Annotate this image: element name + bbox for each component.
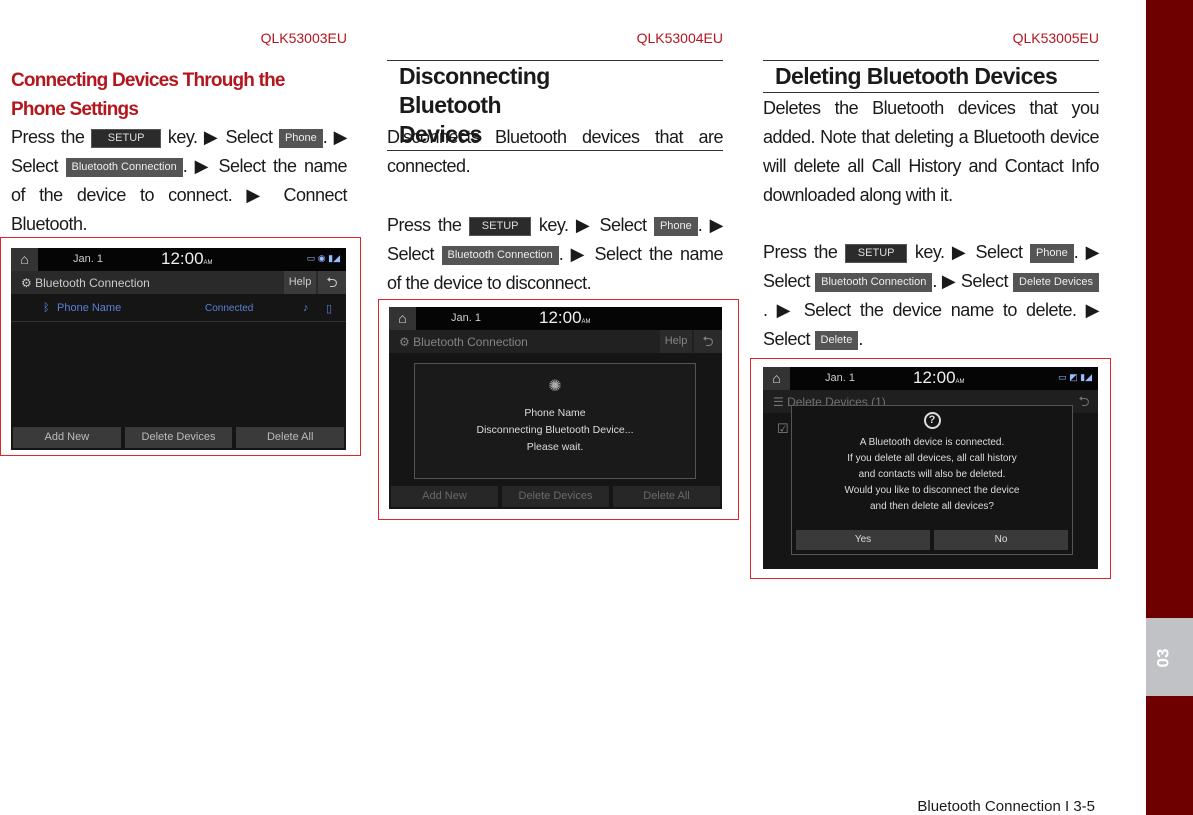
add-new-button[interactable]: Add New bbox=[13, 427, 121, 448]
title-bar: ⚙ Bluetooth Connection Help ⮌ bbox=[11, 271, 346, 294]
popup-line: A Bluetooth device is connected. bbox=[859, 437, 1005, 448]
popup-line: Phone Name bbox=[524, 407, 586, 419]
instructions: Press the SETUP key. ▶ Select Phone . ▶ S… bbox=[763, 238, 1100, 354]
instructions: Press the SETUP key. ▶ Select Phone. ▶ S… bbox=[11, 123, 348, 239]
delete-devices-button[interactable]: Delete Devices bbox=[502, 486, 609, 507]
text: key. ▶ Select bbox=[161, 127, 279, 147]
section-code: QLK53004EU bbox=[636, 30, 723, 46]
section-heading: Connecting Devices Through the Phone Set… bbox=[11, 70, 286, 120]
phone-icon: ▯ bbox=[326, 303, 333, 315]
section-code: QLK53003EU bbox=[260, 30, 347, 46]
status-bar: ⌂ Jan. 1 12:00AM ▭ ◩ ▮◢ bbox=[763, 367, 1098, 390]
popup-line: Please wait. bbox=[526, 441, 584, 453]
setup-key: SETUP bbox=[844, 244, 908, 263]
popup-line: and then delete all devices? bbox=[870, 501, 994, 512]
text: key. ▶ Select bbox=[531, 215, 654, 235]
chapter-number: 03 bbox=[1153, 648, 1173, 668]
date: Jan. 1 bbox=[451, 312, 481, 324]
no-button[interactable]: No bbox=[934, 530, 1068, 550]
confirm-popup: ? A Bluetooth device is connected. If yo… bbox=[791, 405, 1073, 555]
date: Jan. 1 bbox=[825, 372, 855, 384]
status-bar: ⌂ Jan. 1 12:00AM bbox=[389, 307, 722, 330]
checkbox-icon[interactable]: ☑ bbox=[777, 421, 789, 437]
connection-status: Connected bbox=[205, 303, 254, 314]
status-icons: ▭ ◩ ▮◢ bbox=[1058, 372, 1092, 382]
help-button[interactable]: Help bbox=[284, 271, 316, 294]
instructions: Press the SETUP key. ▶ Select Phone. ▶ S… bbox=[387, 211, 724, 298]
gear-icon: ⚙ bbox=[21, 276, 36, 290]
gear-icon: ⚙ bbox=[399, 335, 414, 349]
question-icon: ? bbox=[923, 412, 941, 429]
phone-button: Phone bbox=[1029, 244, 1074, 263]
page-footer: Bluetooth Connection I 3-5 bbox=[917, 798, 1095, 815]
screen-delete-devices: ⌂ Jan. 1 12:00AM ▭ ◩ ▮◢ ☰ Delete Devices (1… bbox=[763, 367, 1098, 569]
delete-button: Delete bbox=[814, 331, 859, 350]
button-bar: Add New Delete Devices Delete All bbox=[389, 486, 722, 507]
bluetooth-icon: ᛒ bbox=[43, 302, 50, 314]
device-name: Phone Name bbox=[57, 302, 122, 314]
setup-key: SETUP bbox=[468, 217, 532, 236]
device-row[interactable]: ᛒ Phone Name Connected ♪ ▯ bbox=[11, 296, 346, 322]
delete-devices-button[interactable]: Delete Devices bbox=[124, 427, 233, 448]
text: Press the bbox=[763, 242, 845, 262]
intro: Deletes the Bluetooth devices that you a… bbox=[763, 98, 1100, 205]
text: . ▶ Select the device name to delete. ▶ … bbox=[763, 300, 1100, 349]
audio-icon: ♪ bbox=[303, 302, 309, 314]
phone-button: Phone bbox=[653, 217, 698, 236]
popup-line: Disconnecting Bluetooth Device... bbox=[476, 424, 634, 436]
intro: Disconnects Bluetooth devices that are c… bbox=[387, 127, 724, 176]
screen-disconnecting: ⌂ Jan. 1 12:00AM ⚙ Bluetooth Connection Hel… bbox=[389, 307, 722, 509]
button-bar: Add New Delete Devices Delete All bbox=[11, 427, 346, 448]
add-new-button[interactable]: Add New bbox=[391, 486, 498, 507]
popup-line: If you delete all devices, all call hist… bbox=[847, 453, 1017, 464]
text: . bbox=[858, 329, 863, 349]
popup-line: Would you like to disconnect the device bbox=[844, 485, 1020, 496]
section-heading: Deleting Bluetooth Devices bbox=[763, 60, 1099, 93]
delete-all-button[interactable]: Delete All bbox=[613, 486, 720, 507]
text: key. ▶ Select bbox=[907, 242, 1030, 262]
delete-devices-button: Delete Devices bbox=[1013, 273, 1100, 292]
phone-button: Phone bbox=[278, 129, 323, 148]
home-icon[interactable]: ⌂ bbox=[11, 248, 38, 271]
clock: 12:00AM bbox=[161, 249, 213, 268]
title-bar: ⚙ Bluetooth Connection Help ⮌ bbox=[389, 330, 722, 353]
bluetooth-connection-button: Bluetooth Connection bbox=[815, 273, 933, 292]
yes-button[interactable]: Yes bbox=[796, 530, 930, 550]
popup-buttons: Yes No bbox=[796, 530, 1068, 550]
text: Press the bbox=[387, 215, 469, 235]
home-icon[interactable]: ⌂ bbox=[763, 367, 790, 390]
back-icon[interactable]: ⮌ bbox=[694, 330, 722, 353]
status-icons: ▭ ◉ ▮◢ bbox=[306, 253, 340, 263]
clock: 12:00AM bbox=[539, 308, 591, 327]
setup-key: SETUP bbox=[90, 129, 162, 148]
delete-all-button[interactable]: Delete All bbox=[236, 427, 345, 448]
status-bar: ⌂ Jan. 1 12:00AM ▭ ◉ ▮◢ bbox=[11, 248, 346, 271]
date: Jan. 1 bbox=[73, 253, 103, 265]
screen-bluetooth-connection: ⌂ Jan. 1 12:00AM ▭ ◉ ▮◢ ⚙ Bluetooth Connect… bbox=[11, 248, 346, 450]
text: Press the bbox=[11, 127, 91, 147]
section-code: QLK53005EU bbox=[1012, 30, 1099, 46]
bluetooth-connection-button: Bluetooth Connection bbox=[441, 246, 559, 265]
back-icon[interactable]: ⮌ bbox=[318, 271, 346, 294]
list-check-icon: ☰ bbox=[773, 395, 788, 409]
screen-title: Bluetooth Connection bbox=[35, 276, 150, 290]
text: . ▶ Select bbox=[932, 271, 1014, 291]
back-icon[interactable]: ⮌ bbox=[1070, 390, 1098, 413]
clock: 12:00AM bbox=[913, 368, 965, 387]
help-button[interactable]: Help bbox=[660, 330, 692, 353]
home-icon[interactable]: ⌂ bbox=[389, 307, 416, 330]
bluetooth-connection-button: Bluetooth Connection bbox=[65, 158, 183, 177]
loading-spinner-icon: ✺ bbox=[548, 378, 562, 395]
chapter-tab: 03 bbox=[1146, 0, 1193, 815]
popup-line: and contacts will also be deleted. bbox=[858, 469, 1006, 480]
progress-popup: ✺ Phone Name Disconnecting Bluetooth Dev… bbox=[414, 363, 696, 479]
screen-title: Bluetooth Connection bbox=[413, 335, 528, 349]
